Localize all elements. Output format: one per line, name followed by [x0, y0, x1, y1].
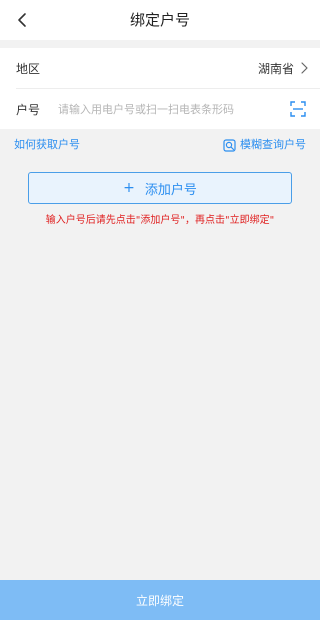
scan-button[interactable] — [288, 99, 308, 119]
how-to-get-account-link[interactable]: 如何获取户号 — [14, 136, 80, 154]
account-input[interactable] — [58, 102, 282, 116]
links-row: 如何获取户号 模糊查询户号 — [0, 136, 320, 154]
instruction-hint: 输入户号后请先点击"添加户号"，再点击"立即绑定" — [45, 215, 275, 226]
fuzzy-query-link[interactable]: 模糊查询户号 — [223, 136, 306, 154]
region-label: 地区 — [16, 61, 41, 76]
add-account-label: 添加户号 — [144, 182, 197, 198]
plus-icon: + — [123, 180, 135, 196]
region-value: 湖南省 — [257, 61, 294, 76]
bind-form: 地区 湖南省 户号 — [0, 48, 320, 129]
bind-now-button[interactable]: 立即绑定 — [0, 580, 320, 620]
account-row: 户号 — [0, 89, 320, 129]
account-label: 户号 — [16, 102, 41, 117]
page-title: 绑定户号 — [129, 11, 190, 29]
region-selector[interactable]: 地区 湖南省 — [0, 48, 320, 88]
header-bar: 绑定户号 — [0, 0, 320, 40]
search-icon — [223, 138, 236, 152]
bind-now-label: 立即绑定 — [135, 593, 184, 608]
add-account-button[interactable]: + 添加户号 — [28, 172, 292, 204]
fuzzy-query-label: 模糊查询户号 — [240, 138, 306, 151]
scan-icon — [290, 101, 306, 117]
chevron-right-icon — [300, 62, 308, 74]
